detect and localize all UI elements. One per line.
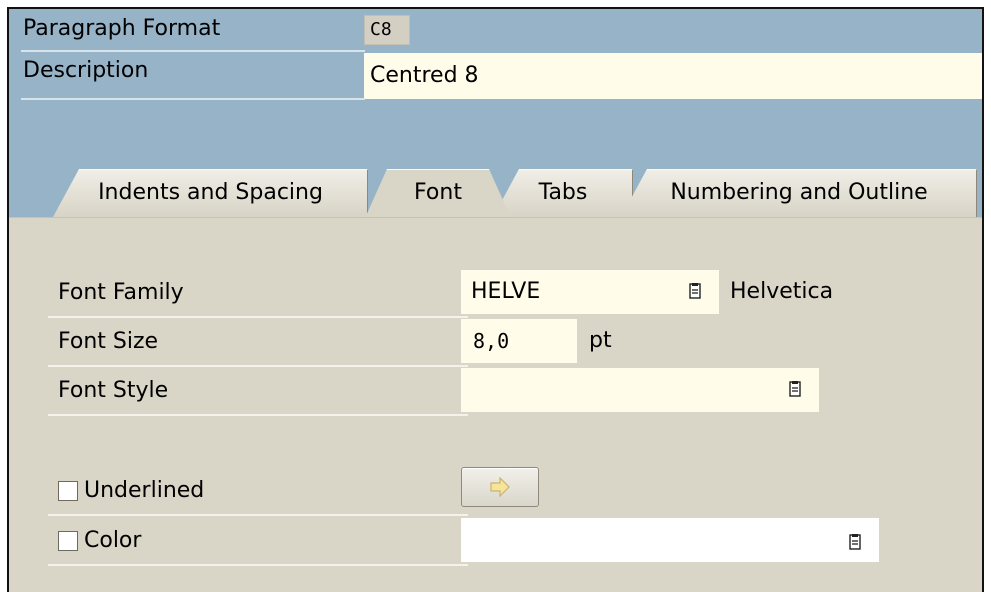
divider — [48, 414, 468, 416]
tab-strip: Indents and Spacing Tabs Numbering and O… — [9, 169, 982, 217]
divider — [48, 316, 468, 318]
tab-label: Tabs — [538, 180, 588, 205]
font-style-label: Font Style — [58, 378, 169, 403]
font-family-row: Font Family HELVE Helvetica — [48, 270, 948, 316]
underlined-label[interactable]: Underlined — [74, 468, 204, 514]
divider — [48, 564, 468, 566]
font-style-input[interactable] — [461, 368, 819, 412]
tab-label: Numbering and Outline — [670, 180, 928, 205]
font-family-name: Helvetica — [730, 279, 834, 304]
color-input[interactable] — [461, 518, 879, 562]
font-tab-panel: Font Family HELVE Helvetica Font Size 8,… — [9, 217, 982, 592]
underlined-row: Underlined — [48, 467, 948, 514]
description-row: Description Centred 8 — [9, 51, 982, 99]
paragraph-format-row: Paragraph Format C8 — [9, 9, 982, 49]
font-size-unit: pt — [589, 328, 612, 353]
tab-font[interactable]: Font — [365, 169, 511, 218]
tab-numbering-and-outline[interactable]: Numbering and Outline — [621, 169, 977, 217]
tab-indents-and-spacing[interactable]: Indents and Spacing — [53, 169, 368, 217]
paragraph-format-label: Paragraph Format — [23, 16, 221, 41]
color-row: Color — [48, 518, 948, 564]
tab-label: Indents and Spacing — [98, 180, 323, 205]
description-field[interactable]: Centred 8 — [364, 53, 982, 99]
divider — [21, 98, 365, 100]
divider — [48, 514, 468, 516]
color-label[interactable]: Color — [74, 518, 141, 564]
tab-tabs[interactable]: Tabs — [493, 169, 633, 217]
underline-settings-button[interactable] — [461, 467, 539, 507]
font-style-row: Font Style — [48, 368, 948, 414]
value-help-icon[interactable] — [687, 283, 703, 301]
description-label: Description — [23, 58, 149, 83]
font-family-input[interactable]: HELVE — [461, 270, 719, 314]
divider — [48, 365, 468, 367]
font-family-value: HELVE — [471, 279, 541, 304]
font-size-row: Font Size 8,0 pt — [48, 319, 948, 365]
header-area: Paragraph Format C8 Description Centred … — [9, 9, 982, 169]
value-help-icon[interactable] — [847, 534, 863, 552]
tab-label: Font — [414, 180, 462, 205]
value-help-icon[interactable] — [787, 381, 803, 399]
font-family-label: Font Family — [58, 280, 184, 305]
font-size-label: Font Size — [58, 329, 159, 354]
font-size-input[interactable]: 8,0 — [461, 319, 577, 363]
paragraph-format-field[interactable]: C8 — [364, 15, 410, 45]
right-arrow-icon — [490, 477, 510, 497]
